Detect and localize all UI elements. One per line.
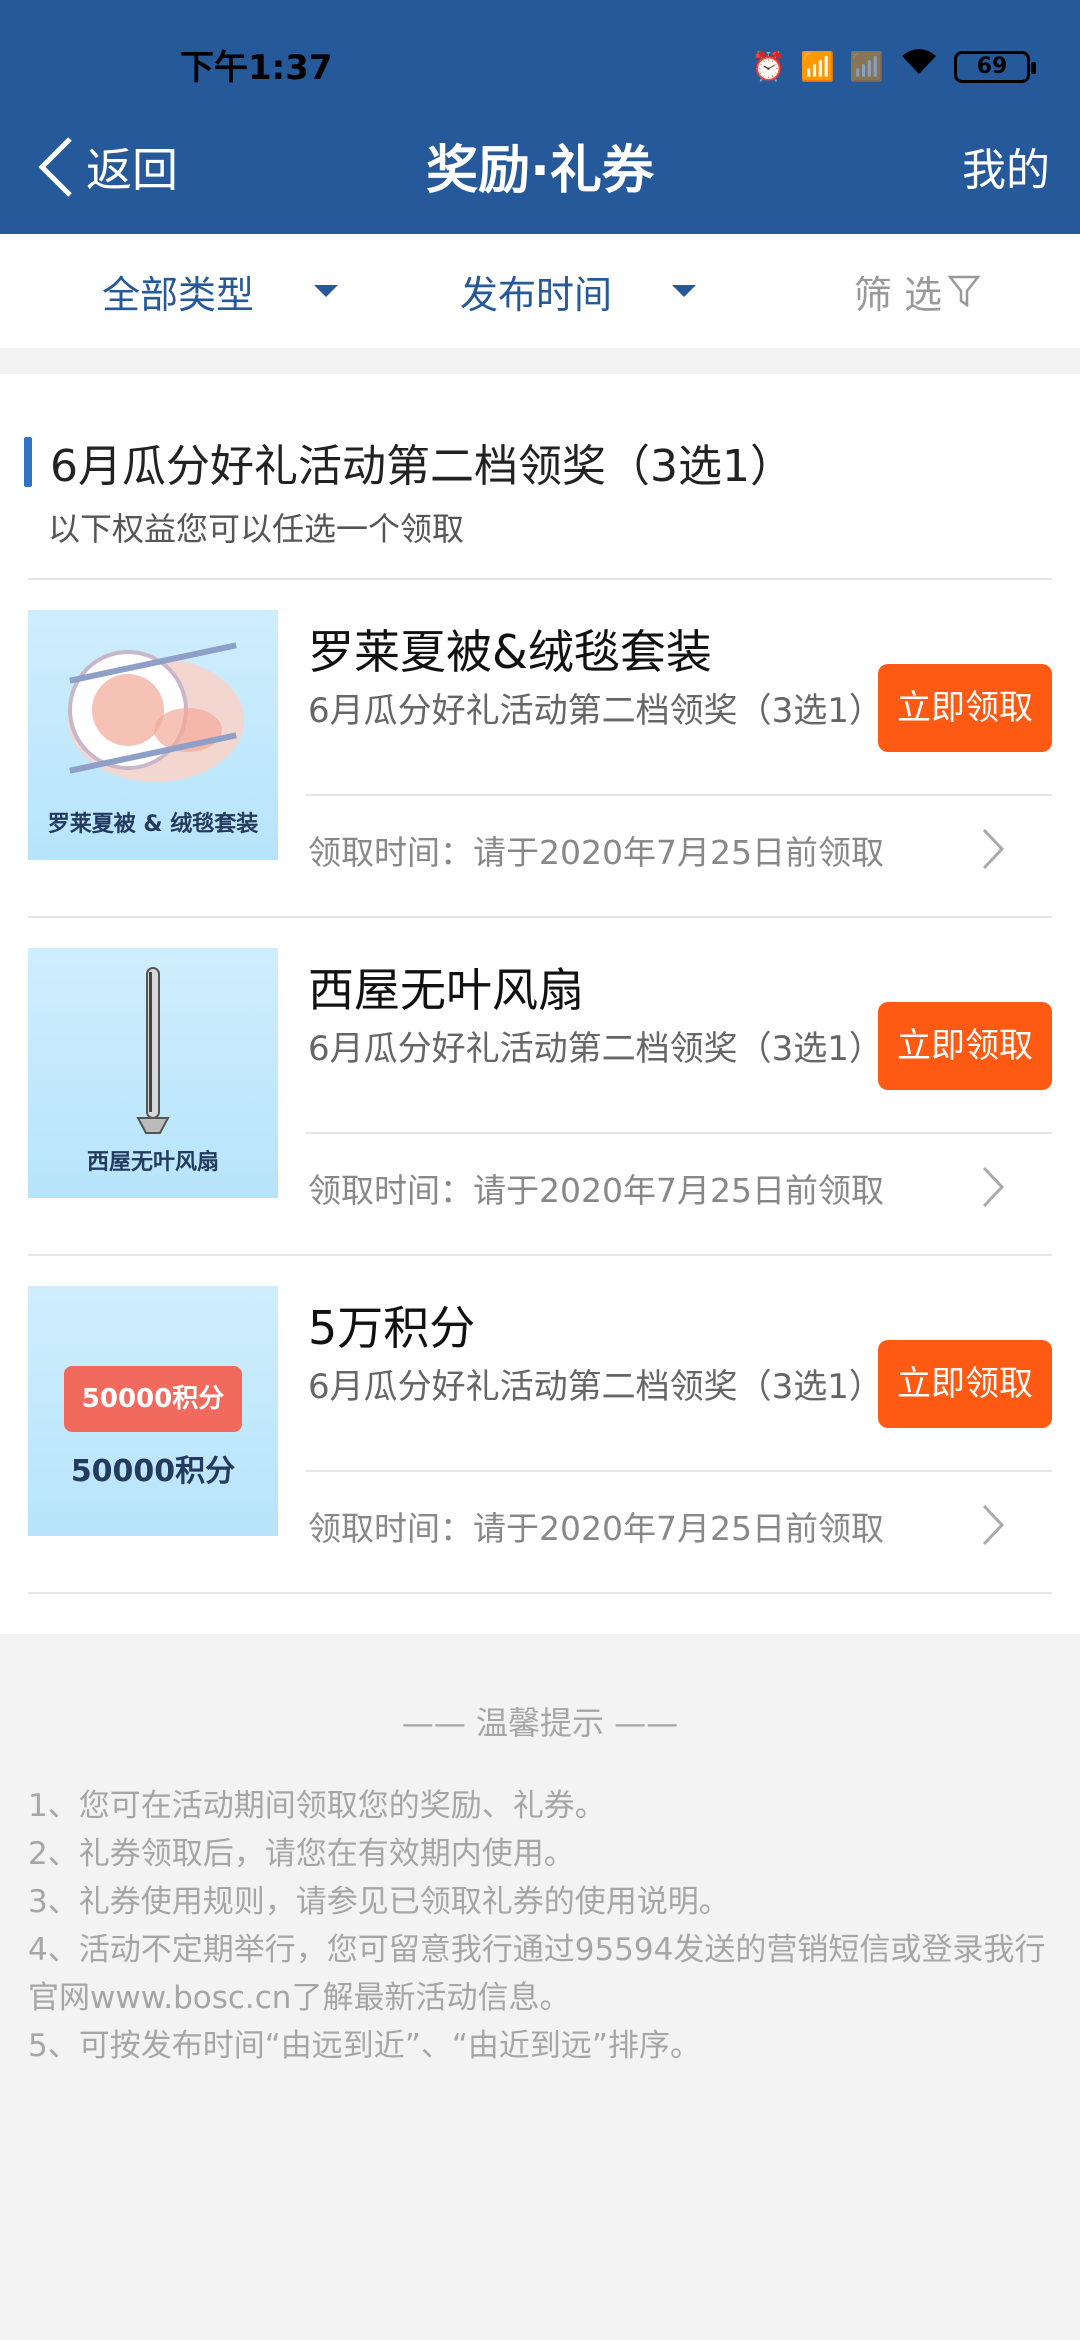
thumb-caption: 50000积分	[70, 1454, 236, 1489]
page-title: 奖励·礼券	[426, 141, 654, 201]
tips-list: 1、您可在活动期间领取您的奖励、礼券。 2、礼券领取后，请您在有效期内使用。 3…	[28, 1782, 1058, 2070]
item-title: 西屋无叶风扇	[308, 963, 584, 1017]
section-header: 6月瓜分好礼活动第二档领奖（3选1）	[24, 430, 794, 494]
caret-down-icon	[672, 285, 697, 297]
alarm-icon: ⏰	[751, 49, 787, 83]
section-subtitle: 以下权益您可以任选一个领取	[48, 510, 465, 548]
item-title: 罗莱夏被&绒毯套装	[308, 625, 712, 679]
reward-card: 6月瓜分好礼活动第二档领奖（3选1） 以下权益您可以任选一个领取 罗莱夏被 & …	[0, 374, 1080, 1634]
item-thumbnail: 西屋无叶风扇	[28, 948, 278, 1198]
funnel-icon	[948, 275, 980, 308]
points-ticket-badge: 50000积分	[64, 1366, 242, 1432]
time-filter-label: 发布时间	[460, 272, 613, 317]
item-claim-time: 领取时间：请于2020年7月25日前领取	[308, 1171, 884, 1210]
item-desc: 6月瓜分好礼活动第二档领奖（3选1）	[308, 1029, 883, 1069]
divider	[306, 1470, 1052, 1472]
item-thumbnail: 罗莱夏被 & 绒毯套装	[28, 610, 278, 860]
divider	[306, 1132, 1052, 1134]
screen-filter-button[interactable]: 筛 选	[854, 234, 980, 348]
signal-off-icon: 📶	[849, 49, 884, 83]
item-claim-time: 领取时间：请于2020年7月25日前领取	[308, 1509, 884, 1548]
claim-button[interactable]: 立即领取	[878, 664, 1052, 752]
caret-down-icon	[314, 285, 339, 297]
claim-button[interactable]: 立即领取	[878, 1002, 1052, 1090]
claim-button[interactable]: 立即领取	[878, 1340, 1052, 1428]
reward-item-1[interactable]: 罗莱夏被 & 绒毯套装 罗莱夏被&绒毯套装 6月瓜分好礼活动第二档领奖（3选1）…	[0, 580, 1080, 918]
app-header: 下午1:37 ⏰ 📶 📶 69 返回 奖励·礼券 我的	[0, 0, 1080, 234]
item-thumbnail: 50000积分 50000积分	[28, 1286, 278, 1536]
section-accent-bar	[24, 437, 32, 487]
chevron-right-icon[interactable]	[978, 824, 1008, 874]
tip-item: 4、活动不定期举行，您可留意我行通过95594发送的营销短信或登录我行官网www…	[28, 1932, 1046, 2016]
item-desc: 6月瓜分好礼活动第二档领奖（3选1）	[308, 1367, 883, 1407]
screen-filter-label: 筛 选	[853, 272, 942, 317]
chevron-right-icon[interactable]	[978, 1162, 1008, 1212]
reward-item-2[interactable]: 西屋无叶风扇 西屋无叶风扇 6月瓜分好礼活动第二档领奖（3选1） 立即领取 领取…	[0, 918, 1080, 1256]
time-filter-dropdown[interactable]: 发布时间	[460, 234, 697, 348]
type-filter-label: 全部类型	[102, 272, 255, 317]
reward-item-3[interactable]: 50000积分 50000积分 5万积分 6月瓜分好礼活动第二档领奖（3选1） …	[0, 1256, 1080, 1594]
tip-item: 5、可按发布时间“由远到近”、“由近到远”排序。	[28, 2028, 701, 2064]
tips-title: —— 温馨提示 ——	[401, 1704, 679, 1742]
battery-icon: 69	[954, 50, 1036, 83]
hd-signal-icon: 📶	[800, 49, 836, 83]
status-time: 下午1:37	[180, 48, 333, 88]
divider	[306, 794, 1052, 796]
section-title: 6月瓜分好礼活动第二档领奖（3选1）	[50, 441, 794, 492]
thumb-caption: 罗莱夏被 & 绒毯套装	[47, 812, 259, 837]
filter-bar: 全部类型 发布时间 筛 选	[0, 234, 1080, 348]
status-icons: ⏰ 📶 📶 69	[751, 44, 1036, 89]
item-desc: 6月瓜分好礼活动第二档领奖（3选1）	[308, 691, 883, 731]
tip-item: 1、您可在活动期间领取您的奖励、礼券。	[28, 1788, 606, 1824]
thumb-caption: 西屋无叶风扇	[86, 1150, 219, 1175]
divider	[28, 1592, 1052, 1594]
chevron-right-icon[interactable]	[978, 1500, 1008, 1550]
wifi-icon	[898, 44, 940, 89]
type-filter-dropdown[interactable]: 全部类型	[102, 234, 339, 348]
tip-item: 2、礼券领取后，请您在有效期内使用。	[28, 1836, 575, 1872]
tip-item: 3、礼券使用规则，请参见已领取礼券的使用说明。	[28, 1884, 730, 1920]
item-title: 5万积分	[308, 1301, 476, 1355]
item-claim-time: 领取时间：请于2020年7月25日前领取	[308, 833, 884, 872]
mine-link[interactable]: 我的	[962, 134, 1050, 198]
